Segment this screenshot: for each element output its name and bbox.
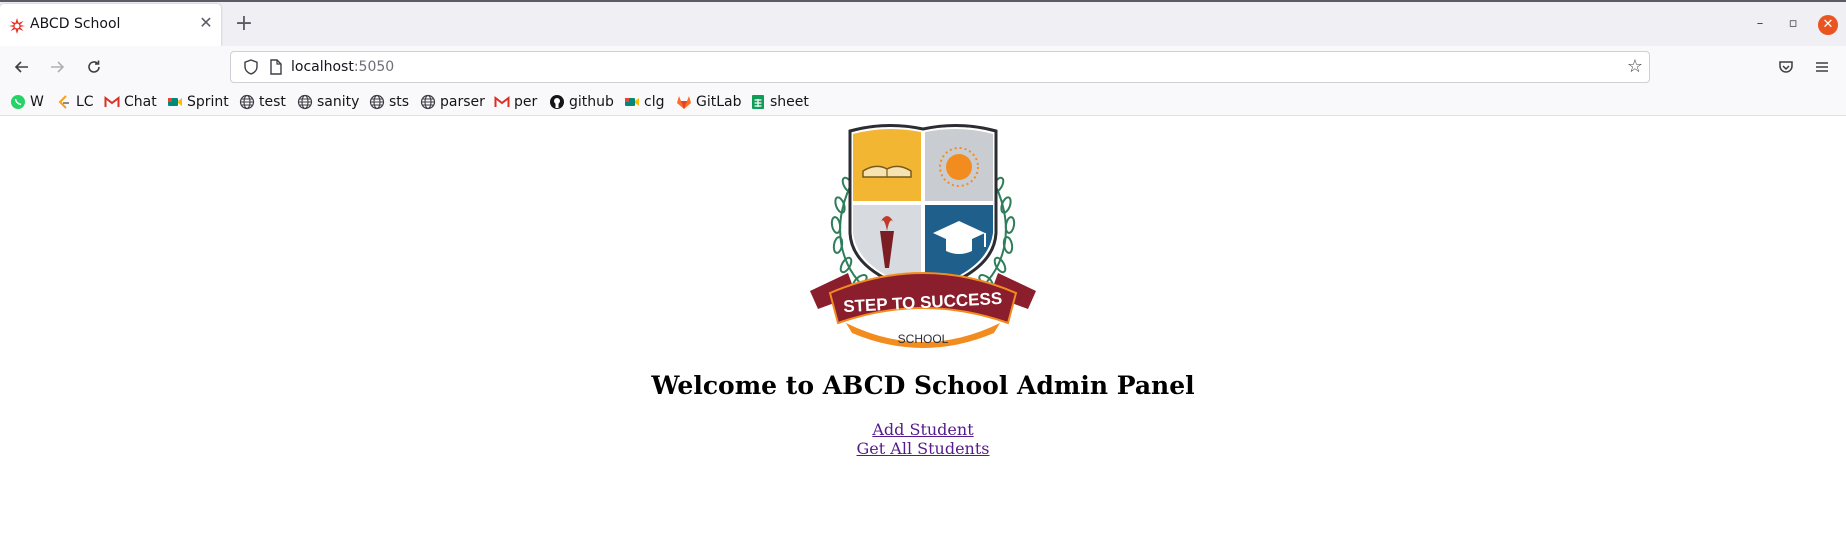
globe-icon (369, 94, 385, 110)
bookmark-label: W (30, 94, 44, 110)
page-title: Welcome to ABCD School Admin Panel (651, 371, 1195, 400)
globe-icon (239, 94, 255, 110)
forward-button[interactable] (45, 55, 69, 79)
bookmark-gitlab[interactable]: GitLab (676, 92, 742, 112)
bookmark-sheet[interactable]: sheet (750, 92, 809, 112)
minimize-button[interactable]: – (1752, 16, 1768, 32)
bookmark-label: per (514, 94, 538, 110)
bookmarks-toolbar: W LC Chat Sprint test sanity sts parser … (0, 88, 1846, 116)
meet-icon (625, 98, 639, 106)
bookmark-clg[interactable]: clg (624, 92, 664, 112)
bookmark-label: sanity (317, 94, 360, 110)
bookmark-label: github (569, 94, 614, 110)
bookmark-label: parser (440, 94, 485, 110)
back-button[interactable] (10, 55, 34, 79)
url-port: :5050 (353, 59, 395, 75)
address-bar[interactable]: localhost:5050 ☆ (230, 51, 1650, 83)
bookmark-sanity[interactable]: sanity (297, 92, 359, 112)
bookmark-label: sheet (770, 94, 809, 110)
bookmark-label: Chat (124, 94, 157, 110)
meet-icon (168, 98, 182, 106)
gmail-icon (494, 95, 510, 107)
bookmark-label: sts (389, 94, 410, 110)
shield-icon[interactable] (243, 59, 259, 75)
bookmark-label: GitLab (696, 94, 742, 110)
close-window-button[interactable]: ✕ (1818, 15, 1838, 35)
arrow-right-icon (51, 61, 65, 73)
hamburger-menu-icon (1816, 62, 1828, 72)
reload-button[interactable] (82, 55, 106, 79)
bookmark-sts[interactable]: sts (369, 92, 409, 112)
get-all-students-link[interactable]: Get All Students (857, 439, 990, 458)
add-student-link[interactable]: Add Student (872, 420, 973, 439)
bookmark-sprint[interactable]: Sprint (167, 92, 229, 112)
bookmark-label: Sprint (187, 94, 229, 110)
pocket-icon (1779, 61, 1793, 73)
bookmark-label: test (259, 94, 286, 110)
page-icon[interactable] (269, 59, 283, 75)
tab-close-icon[interactable]: ✕ (198, 15, 214, 31)
page-content: STEP TO SUCCESS SCHOOL Welcome to ABCD S… (0, 117, 1846, 552)
bookmark-chat[interactable]: Chat (104, 92, 157, 112)
globe-icon (297, 94, 313, 110)
tab-active[interactable]: ABCD School ✕ (0, 4, 221, 46)
arrow-left-icon (14, 61, 28, 73)
crest-sub-text: SCHOOL (898, 332, 949, 346)
pocket-button[interactable] (1774, 55, 1798, 79)
bookmark-star-icon[interactable]: ☆ (1625, 57, 1645, 77)
star-burst-icon (9, 18, 25, 34)
whatsapp-icon (11, 95, 25, 109)
bookmark-parser[interactable]: parser (420, 92, 485, 112)
leetcode-icon (58, 95, 69, 109)
gmail-icon (104, 95, 120, 107)
url-text[interactable]: localhost:5050 (291, 59, 394, 75)
menu-button[interactable] (1810, 55, 1834, 79)
url-host: localhost (291, 59, 354, 75)
bookmark-label: LC (76, 94, 94, 110)
bookmark-label: clg (644, 94, 665, 110)
new-tab-button[interactable]: + (234, 13, 254, 35)
github-icon (550, 95, 564, 109)
bookmark-lc[interactable]: LC (56, 92, 94, 112)
globe-icon (420, 94, 436, 110)
reload-icon (88, 60, 100, 73)
bookmark-per[interactable]: per (494, 92, 537, 112)
restore-button[interactable]: ▫ (1785, 16, 1801, 32)
sheets-icon (752, 95, 764, 109)
tab-strip: ABCD School ✕ + – ▫ ✕ (0, 0, 1846, 46)
tab-title: ABCD School (30, 16, 121, 32)
gitlab-icon (677, 96, 691, 109)
school-crest-logo: STEP TO SUCCESS SCHOOL (810, 123, 1036, 348)
bookmark-github[interactable]: github (549, 92, 614, 112)
navigation-toolbar: localhost:5050 ☆ (0, 46, 1846, 88)
admin-links: Add Student Get All Students (0, 420, 1846, 458)
bookmark-w[interactable]: W (10, 92, 44, 112)
bookmark-test[interactable]: test (239, 92, 286, 112)
